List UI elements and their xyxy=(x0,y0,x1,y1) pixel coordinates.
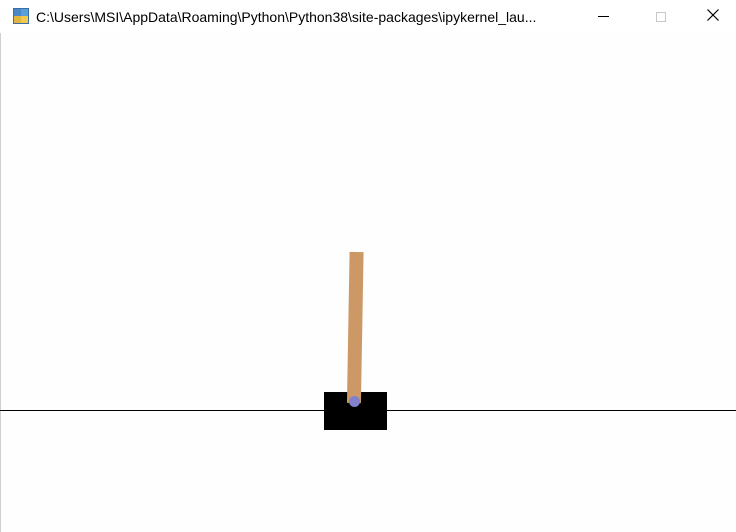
python-icon xyxy=(12,7,30,25)
window-title: C:\Users\MSI\AppData\Roaming\Python\Pyth… xyxy=(36,9,537,25)
minimize-icon xyxy=(597,16,609,17)
app-window: C:\Users\MSI\AppData\Roaming\Python\Pyth… xyxy=(0,0,736,532)
maximize-icon xyxy=(656,11,666,22)
maximize-button[interactable] xyxy=(632,0,690,33)
close-button[interactable] xyxy=(690,0,736,33)
window-left-border xyxy=(0,33,1,532)
title-bar[interactable]: C:\Users\MSI\AppData\Roaming\Python\Pyth… xyxy=(0,0,736,33)
pole-axle xyxy=(349,396,360,407)
pole xyxy=(346,251,364,404)
render-canvas xyxy=(0,33,736,532)
close-icon xyxy=(707,8,719,26)
minimize-button[interactable] xyxy=(574,0,632,33)
